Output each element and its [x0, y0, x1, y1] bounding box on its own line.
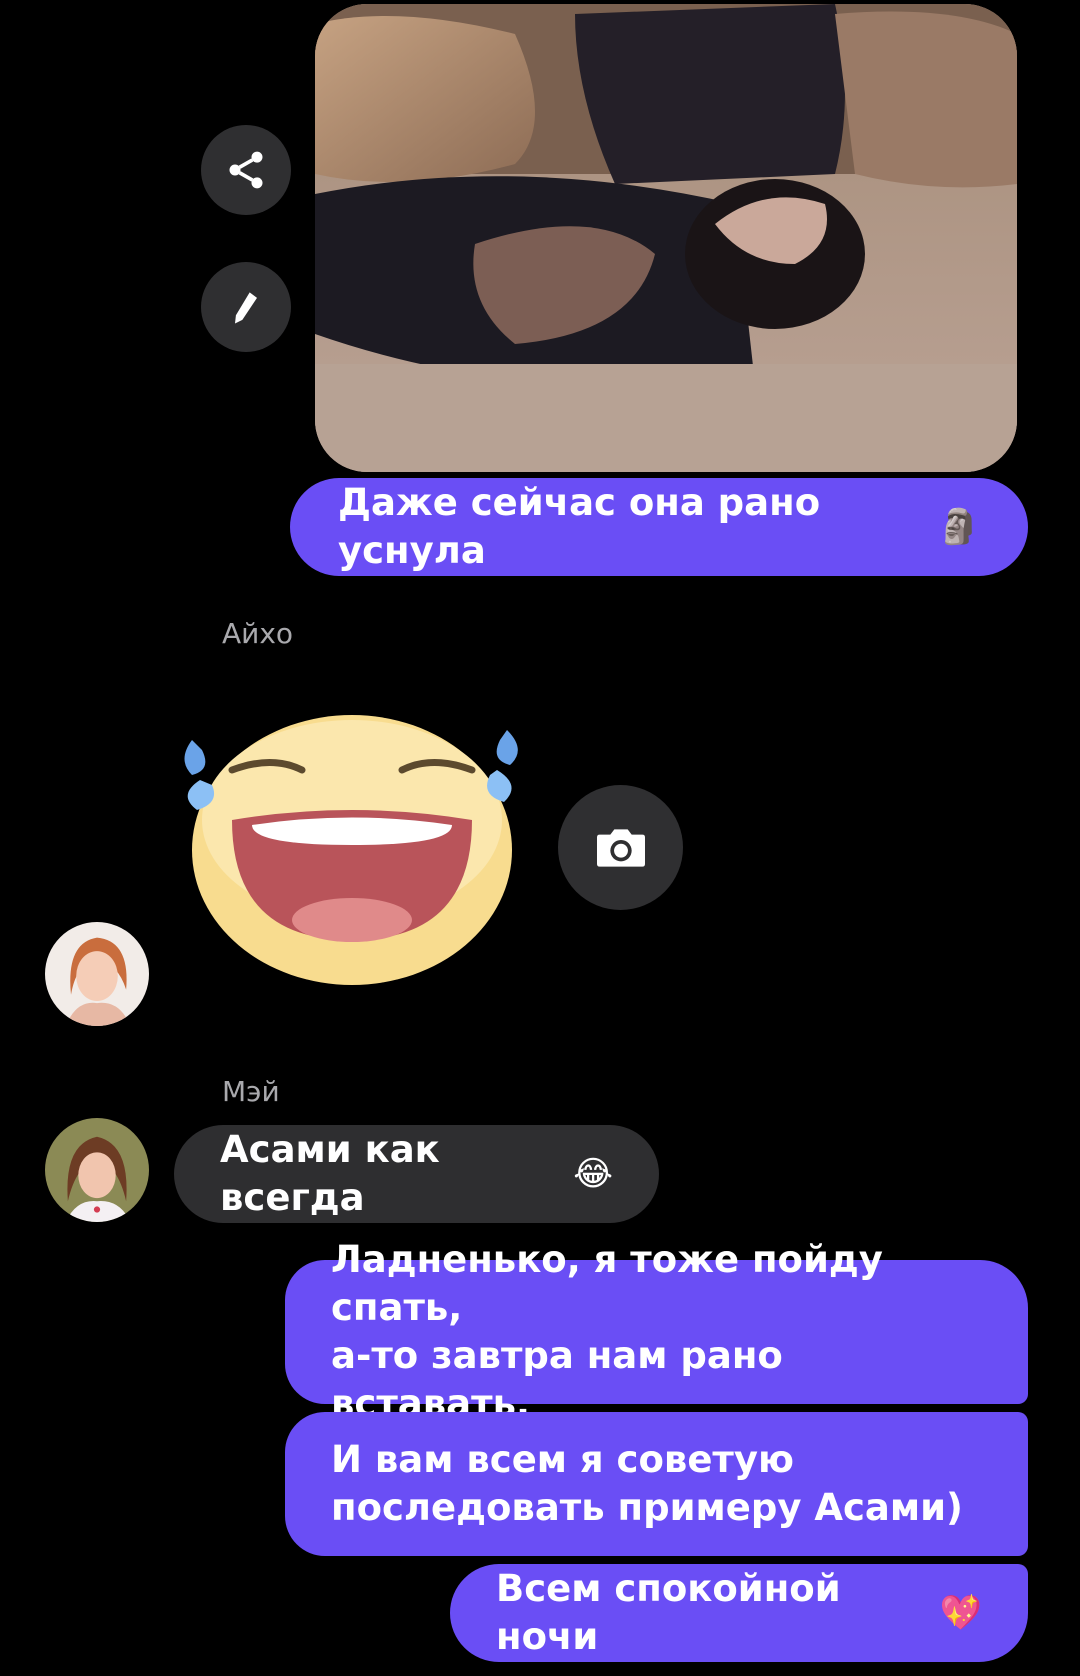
chat-view: Даже сейчас она рано уснула 🗿 Айхо Мэй А…	[0, 0, 1080, 1676]
avatar-image	[45, 922, 149, 1026]
message-text: Даже сейчас она рано уснула	[338, 481, 821, 572]
sender-name: Мэй	[222, 1075, 280, 1108]
message-bubble-incoming[interactable]: Асами как всегда 😂	[174, 1125, 659, 1223]
laughing-emoji: 😂	[573, 1154, 613, 1194]
sparkling-heart-emoji: 💖	[939, 1593, 982, 1633]
edit-button[interactable]	[201, 262, 291, 352]
photo-image	[315, 4, 1017, 472]
avatar-image	[45, 1118, 149, 1222]
message-text: Всем спокойной ночи	[496, 1567, 841, 1658]
message-text: Асами как всегда	[220, 1128, 440, 1219]
message-line: И вам всем я советую	[331, 1438, 794, 1481]
message-bubble-outgoing[interactable]: Всем спокойной ночи 💖	[450, 1564, 1028, 1662]
message-text: И вам всем я советую последовать примеру…	[331, 1436, 963, 1532]
message-text: Ладненько, я тоже пойду спать, а-то завт…	[331, 1236, 982, 1428]
camera-icon	[596, 828, 645, 867]
avatar[interactable]	[45, 1118, 149, 1222]
pencil-icon	[235, 292, 257, 324]
sender-name: Айхо	[222, 617, 294, 650]
photo-message[interactable]	[315, 4, 1017, 472]
laughing-sticker[interactable]	[172, 700, 532, 990]
message-line: последовать примеру Асами)	[331, 1486, 963, 1529]
share-button[interactable]	[201, 125, 291, 215]
share-icon	[229, 151, 263, 189]
avatar[interactable]	[45, 922, 149, 1026]
message-bubble-outgoing[interactable]: Ладненько, я тоже пойду спать, а-то завт…	[285, 1238, 1028, 1425]
message-line: Ладненько, я тоже пойду спать,	[331, 1238, 883, 1329]
message-bubble-outgoing[interactable]: Даже сейчас она рано уснула 🗿	[290, 478, 1028, 576]
moai-emoji: 🗿	[937, 507, 980, 547]
message-bubble-outgoing[interactable]: И вам всем я советую последовать примеру…	[285, 1412, 1028, 1556]
camera-button[interactable]	[558, 785, 683, 910]
laughing-face-icon	[184, 715, 518, 985]
